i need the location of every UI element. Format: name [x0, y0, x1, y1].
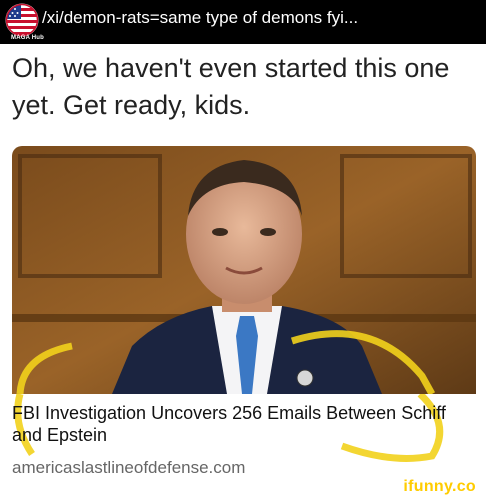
- meme-caption: Oh, we haven't even started this one yet…: [12, 53, 450, 120]
- article-photo: [12, 146, 476, 394]
- us-flag-badge-icon[interactable]: [5, 3, 39, 37]
- article-headline[interactable]: FBI Investigation Uncovers 256 Emails Be…: [12, 402, 476, 446]
- top-bar: MAGA Hub /xi/demon-rats=same type of dem…: [0, 0, 486, 44]
- badge-caption: MAGA Hub: [11, 35, 45, 41]
- article-source[interactable]: americaslastlineofdefense.com: [12, 458, 245, 478]
- post-title[interactable]: /xi/demon-rats=same type of demons fyi..…: [42, 8, 358, 28]
- ifunny-watermark: ifunny.co: [403, 478, 476, 495]
